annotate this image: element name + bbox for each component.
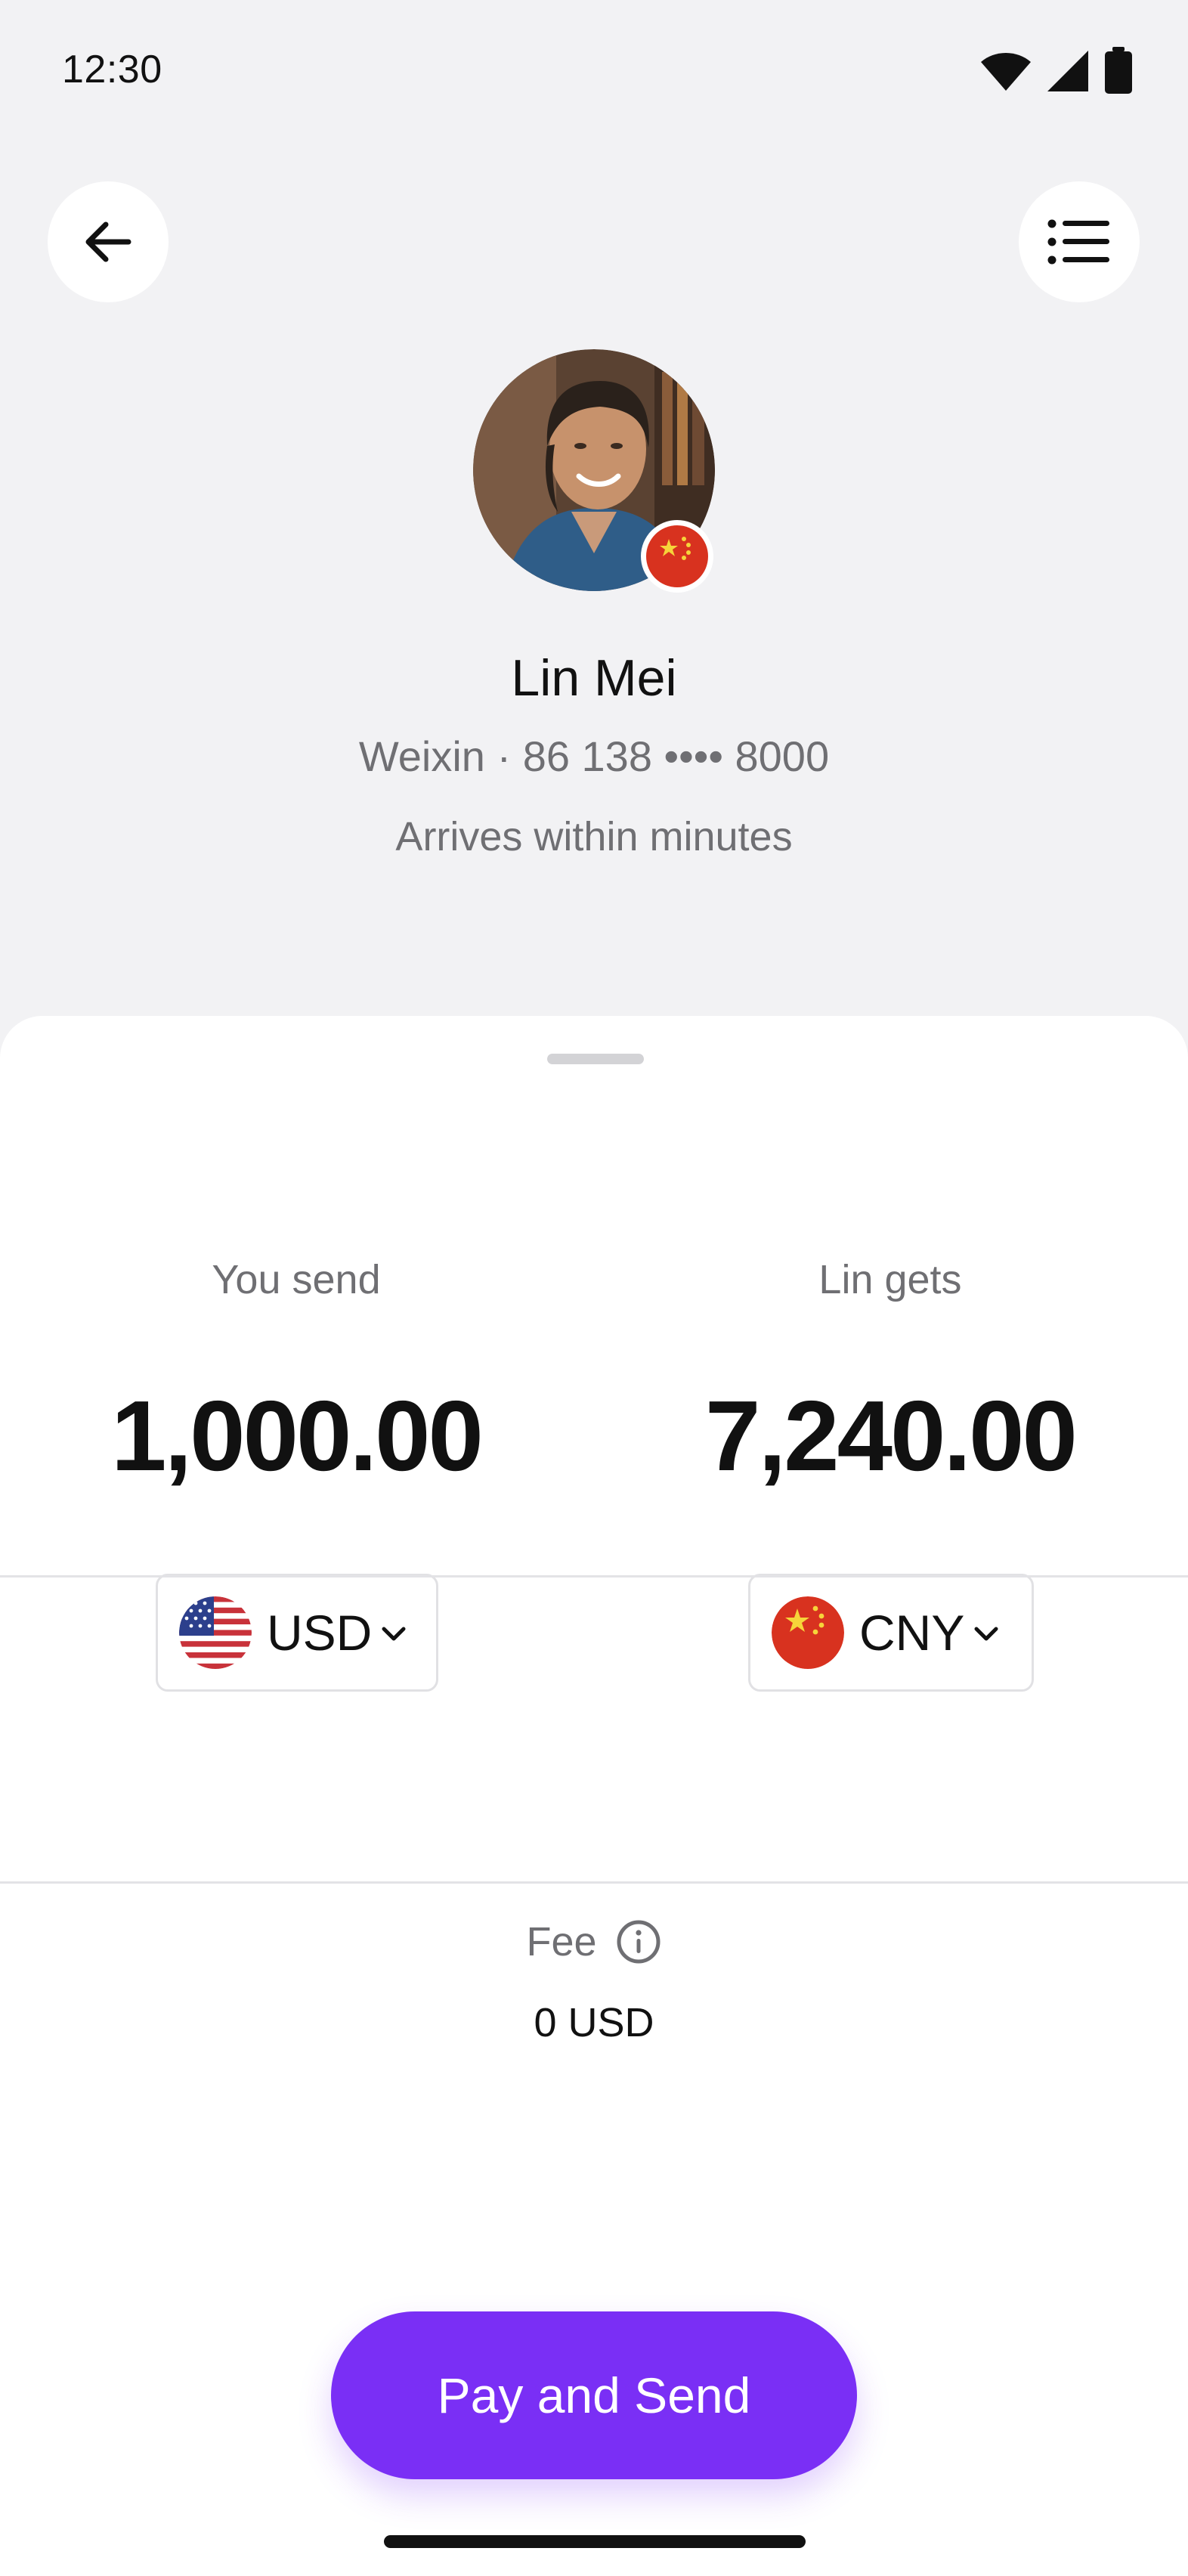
- send-currency-selector[interactable]: USD: [156, 1574, 438, 1692]
- receive-currency-selector[interactable]: CNY: [748, 1574, 1034, 1692]
- pay-and-send-button[interactable]: Pay and Send: [331, 2311, 857, 2479]
- delivery-estimate: Arrives within minutes: [395, 814, 793, 859]
- wifi-icon: [981, 53, 1031, 91]
- china-flag-icon: [646, 525, 708, 587]
- receive-label: Lin gets: [818, 1257, 962, 1302]
- divider: [0, 1881, 1188, 1884]
- chevron-down-icon: [382, 1627, 406, 1641]
- arrow-left-icon: [85, 221, 131, 262]
- recipient-name: Lin Mei: [511, 649, 677, 707]
- status-time: 12:30: [62, 48, 162, 91]
- back-button[interactable]: [48, 181, 169, 302]
- receive-currency-code: CNY: [859, 1605, 965, 1661]
- fee-value: 0 USD: [534, 2000, 654, 2045]
- send-currency-code: USD: [267, 1605, 373, 1661]
- chevron-down-icon: [974, 1627, 998, 1641]
- recipient-country-flag: [641, 520, 713, 593]
- send-amount-column: You send 1,000.00 USD: [0, 1016, 594, 1696]
- china-flag-icon: [772, 1596, 844, 1669]
- home-indicator[interactable]: [384, 2535, 806, 2548]
- status-bar: 12:30: [0, 0, 1188, 144]
- list-icon: [1047, 219, 1109, 265]
- fee-row: Fee: [0, 1918, 1188, 1965]
- fee-label: Fee: [526, 1919, 597, 1965]
- recipient-avatar-wrapper: [473, 349, 715, 593]
- receive-amount-input[interactable]: 7,240.00: [298, 1379, 1188, 1493]
- us-flag-icon: [179, 1596, 252, 1669]
- signal-icon: [1047, 51, 1088, 91]
- info-icon[interactable]: [615, 1918, 662, 1965]
- transfer-details-button[interactable]: [1019, 181, 1140, 302]
- status-icons: [979, 47, 1134, 95]
- receive-amount-column: Lin gets 7,240.00 CNY: [594, 1016, 1188, 1696]
- battery-icon: [1105, 47, 1132, 94]
- divider: [0, 1575, 1188, 1577]
- recipient-handle: Weixin · 86 138 •••• 8000: [358, 732, 830, 780]
